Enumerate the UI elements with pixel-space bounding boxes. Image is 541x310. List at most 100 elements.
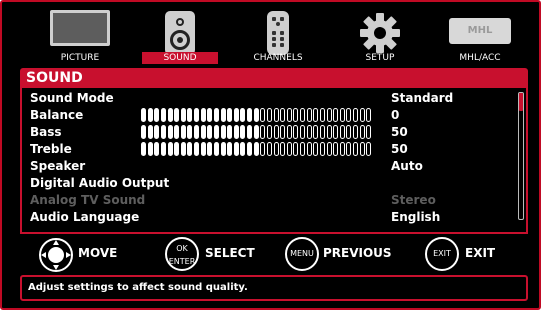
slider-segment — [286, 108, 292, 122]
slider-segment — [253, 125, 259, 139]
balance-slider[interactable] — [141, 108, 373, 122]
slider-segment — [319, 108, 325, 122]
slider-segment — [359, 142, 365, 156]
slider-segment — [213, 125, 219, 139]
slider-segment — [167, 108, 173, 122]
slider-segment — [313, 108, 319, 122]
slider-segment — [207, 125, 213, 139]
menu-value-analog-tv-sound: Stereo — [391, 193, 436, 207]
menu-title: SOUND — [26, 70, 83, 86]
status-bar: Adjust settings to affect sound quality. — [20, 275, 528, 301]
slider-segment — [353, 108, 359, 122]
slider-segment — [273, 125, 279, 139]
menu-item-speaker[interactable]: Speaker — [30, 157, 85, 175]
slider-segment — [227, 125, 233, 139]
hint-label: EXIT — [465, 246, 496, 260]
slider-segment — [200, 142, 206, 156]
menu-item-audio-language[interactable]: Audio Language — [30, 208, 139, 226]
slider-segment — [293, 142, 299, 156]
slider-segment — [300, 125, 306, 139]
slider-segment — [174, 142, 180, 156]
slider-segment — [141, 125, 146, 139]
menu-item-balance[interactable]: Balance — [30, 106, 83, 124]
scrollbar[interactable] — [518, 92, 524, 220]
remote-icon — [267, 11, 289, 55]
slider-segment — [339, 142, 345, 156]
slider-segment — [180, 125, 186, 139]
slider-segment — [233, 125, 239, 139]
menu-tabs: PICTURE SOUND CHANNELS SETUP MHL MHL/ACC — [20, 8, 525, 64]
slider-segment — [141, 108, 146, 122]
slider-segment — [273, 142, 279, 156]
slider-segment — [253, 142, 259, 156]
menu-button-icon: MENU — [285, 237, 319, 271]
slider-segment — [187, 108, 193, 122]
slider-segment — [240, 108, 246, 122]
tab-label: SOUND — [142, 52, 218, 64]
hint-label: PREVIOUS — [323, 246, 392, 260]
menu-item-treble[interactable]: Treble — [30, 140, 72, 158]
slider-segment — [300, 108, 306, 122]
tab-setup[interactable]: SETUP — [340, 8, 420, 64]
tab-mhl-acc[interactable]: MHL MHL/ACC — [440, 8, 520, 64]
slider-segment — [240, 142, 246, 156]
slider-segment — [141, 142, 146, 156]
ok-button-icon: OK ENTER — [165, 237, 199, 271]
slider-segment — [333, 108, 339, 122]
slider-segment — [227, 108, 233, 122]
slider-segment — [194, 142, 200, 156]
slider-segment — [220, 108, 226, 122]
slider-segment — [260, 108, 266, 122]
slider-segment — [346, 108, 352, 122]
tab-picture[interactable]: PICTURE — [40, 8, 120, 64]
slider-segment — [247, 125, 253, 139]
slider-segment — [326, 142, 332, 156]
slider-segment — [306, 108, 312, 122]
slider-segment — [160, 108, 166, 122]
slider-segment — [353, 125, 359, 139]
slider-segment — [160, 142, 166, 156]
menu-value-bass: 50 — [391, 125, 408, 139]
slider-segment — [194, 108, 200, 122]
menu-value-treble: 50 — [391, 142, 408, 156]
sound-settings-list: Sound Mode Standard Balance 0 Bass 50 Tr… — [20, 88, 528, 234]
speaker-icon — [165, 11, 195, 55]
slider-segment — [293, 125, 299, 139]
slider-segment — [240, 125, 246, 139]
slider-segment — [233, 108, 239, 122]
slider-segment — [220, 125, 226, 139]
slider-segment — [353, 142, 359, 156]
slider-segment — [187, 142, 193, 156]
slider-segment — [359, 108, 365, 122]
scrollbar-thumb[interactable] — [519, 93, 523, 111]
slider-segment — [200, 108, 206, 122]
slider-segment — [207, 142, 213, 156]
tab-sound[interactable]: SOUND — [140, 8, 220, 64]
slider-segment — [174, 125, 180, 139]
slider-segment — [207, 108, 213, 122]
slider-segment — [366, 125, 372, 139]
menu-item-bass[interactable]: Bass — [30, 123, 62, 141]
slider-segment — [293, 108, 299, 122]
picture-icon — [50, 10, 110, 46]
slider-segment — [167, 142, 173, 156]
menu-value-audio-language: English — [391, 210, 441, 224]
status-text: Adjust settings to affect sound quality. — [28, 282, 248, 293]
menu-item-digital-audio-output[interactable]: Digital Audio Output — [30, 174, 169, 192]
bass-slider[interactable] — [141, 125, 373, 139]
slider-segment — [154, 142, 160, 156]
exit-button-icon: EXIT — [425, 237, 459, 271]
slider-segment — [247, 142, 253, 156]
menu-header: SOUND — [20, 68, 528, 88]
slider-segment — [319, 142, 325, 156]
menu-item-sound-mode[interactable]: Sound Mode — [30, 89, 114, 107]
slider-segment — [280, 142, 286, 156]
slider-segment — [180, 142, 186, 156]
treble-slider[interactable] — [141, 142, 373, 156]
tab-channels[interactable]: CHANNELS — [238, 8, 318, 64]
slider-segment — [366, 142, 372, 156]
slider-segment — [167, 125, 173, 139]
slider-segment — [280, 125, 286, 139]
slider-segment — [266, 125, 272, 139]
hint-label: MOVE — [78, 246, 118, 260]
